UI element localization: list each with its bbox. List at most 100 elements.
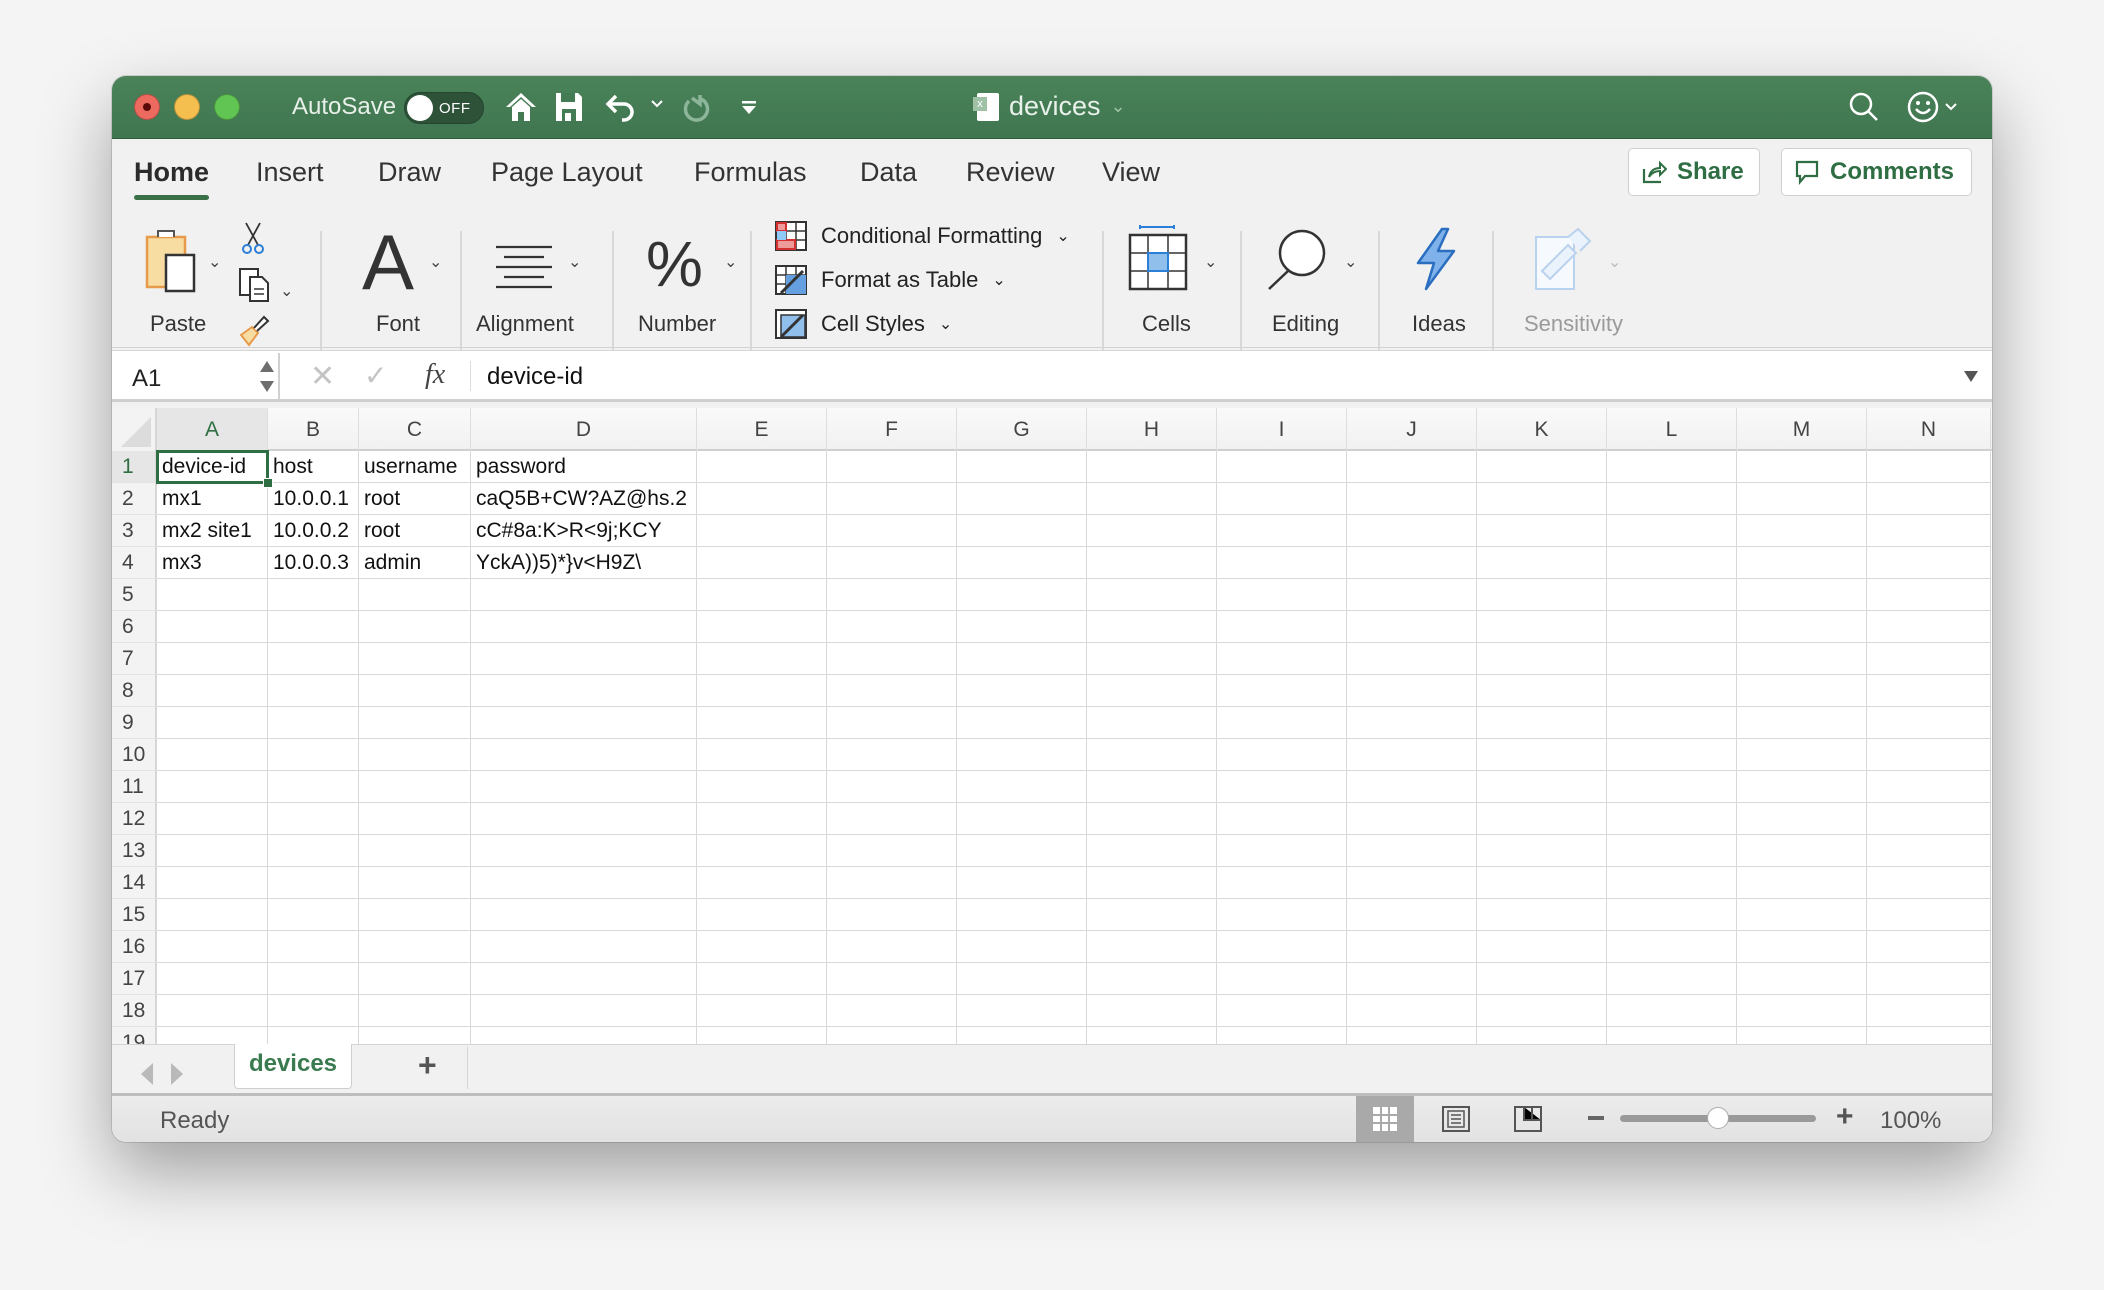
add-sheet-button[interactable]: + [418, 1047, 437, 1084]
cell-n12[interactable] [1867, 803, 1991, 835]
cell-n5[interactable] [1867, 579, 1991, 611]
cell-c10[interactable] [359, 739, 471, 771]
name-box-down-arrow-icon[interactable] [260, 381, 274, 392]
cell-f18[interactable] [827, 995, 957, 1027]
cell-n14[interactable] [1867, 867, 1991, 899]
cell-f5[interactable] [827, 579, 957, 611]
cell-i7[interactable] [1217, 643, 1347, 675]
cell-a8[interactable] [157, 675, 268, 707]
cell-m17[interactable] [1737, 963, 1867, 995]
cell-l11[interactable] [1607, 771, 1737, 803]
cell-m3[interactable] [1737, 515, 1867, 547]
cell-g1[interactable] [957, 451, 1087, 483]
cell-g12[interactable] [957, 803, 1087, 835]
spreadsheet-grid[interactable]: ABCDEFGHIJKLMN 1 device-id host username pas… [112, 408, 1992, 1044]
format-as-table-button[interactable]: Format as Table ⌄ [775, 265, 1006, 295]
cell-d8[interactable] [471, 675, 697, 707]
cell-h10[interactable] [1087, 739, 1217, 771]
row-header-13[interactable]: 13 [112, 835, 157, 867]
copy-dropdown-icon[interactable]: ⌄ [280, 281, 293, 301]
cell-e13[interactable] [697, 835, 827, 867]
save-icon[interactable] [554, 90, 584, 124]
cell-d3[interactable]: cC#8a:K>R<9j;KCY [471, 515, 697, 547]
cell-b9[interactable] [268, 707, 359, 739]
column-header-m[interactable]: M [1737, 408, 1867, 451]
cell-e16[interactable] [697, 931, 827, 963]
cell-h14[interactable] [1087, 867, 1217, 899]
cell-g16[interactable] [957, 931, 1087, 963]
cell-k17[interactable] [1477, 963, 1607, 995]
cell-e1[interactable] [697, 451, 827, 483]
cell-d10[interactable] [471, 739, 697, 771]
cell-h16[interactable] [1087, 931, 1217, 963]
cell-a5[interactable] [157, 579, 268, 611]
next-sheet-icon[interactable] [171, 1063, 183, 1085]
cell-h4[interactable] [1087, 547, 1217, 579]
sheet-tab-devices[interactable]: devices [234, 1044, 352, 1089]
cell-c11[interactable] [359, 771, 471, 803]
cell-j14[interactable] [1347, 867, 1477, 899]
cell-k14[interactable] [1477, 867, 1607, 899]
cell-j13[interactable] [1347, 835, 1477, 867]
cell-b1[interactable]: host [268, 451, 359, 483]
cell-h18[interactable] [1087, 995, 1217, 1027]
cell-i5[interactable] [1217, 579, 1347, 611]
cell-d14[interactable] [471, 867, 697, 899]
cell-i6[interactable] [1217, 611, 1347, 643]
cell-k10[interactable] [1477, 739, 1607, 771]
tab-draw[interactable]: Draw [378, 157, 441, 188]
cell-e18[interactable] [697, 995, 827, 1027]
cell-e19[interactable] [697, 1027, 827, 1044]
cell-g9[interactable] [957, 707, 1087, 739]
share-button[interactable]: Share [1628, 148, 1760, 196]
cell-a19[interactable] [157, 1027, 268, 1044]
cell-a1[interactable]: device-id [157, 451, 268, 483]
row-header-4[interactable]: 4 [112, 547, 157, 579]
tab-insert[interactable]: Insert [256, 157, 324, 188]
cell-i15[interactable] [1217, 899, 1347, 931]
row-header-9[interactable]: 9 [112, 707, 157, 739]
cell-l1[interactable] [1607, 451, 1737, 483]
autosave-toggle[interactable]: OFF [404, 92, 484, 124]
cell-n15[interactable] [1867, 899, 1991, 931]
cell-l4[interactable] [1607, 547, 1737, 579]
column-header-j[interactable]: J [1347, 408, 1477, 451]
cell-h1[interactable] [1087, 451, 1217, 483]
cell-g18[interactable] [957, 995, 1087, 1027]
cell-h15[interactable] [1087, 899, 1217, 931]
cell-d5[interactable] [471, 579, 697, 611]
cell-c16[interactable] [359, 931, 471, 963]
editing-group[interactable]: ⌄ Editing [1244, 205, 1376, 348]
cell-h17[interactable] [1087, 963, 1217, 995]
cell-b2[interactable]: 10.0.0.1 [268, 483, 359, 515]
cell-c14[interactable] [359, 867, 471, 899]
cell-j17[interactable] [1347, 963, 1477, 995]
cell-g19[interactable] [957, 1027, 1087, 1044]
cell-f1[interactable] [827, 451, 957, 483]
cell-i3[interactable] [1217, 515, 1347, 547]
cell-l17[interactable] [1607, 963, 1737, 995]
cell-m11[interactable] [1737, 771, 1867, 803]
format-painter-icon[interactable] [238, 313, 272, 352]
cell-b4[interactable]: 10.0.0.3 [268, 547, 359, 579]
cell-n11[interactable] [1867, 771, 1991, 803]
cell-a11[interactable] [157, 771, 268, 803]
cell-b5[interactable] [268, 579, 359, 611]
cell-k4[interactable] [1477, 547, 1607, 579]
cell-c3[interactable]: root [359, 515, 471, 547]
row-header-12[interactable]: 12 [112, 803, 157, 835]
cell-m6[interactable] [1737, 611, 1867, 643]
cell-a2[interactable]: mx1 [157, 483, 268, 515]
cell-c4[interactable]: admin [359, 547, 471, 579]
cell-e7[interactable] [697, 643, 827, 675]
row-header-16[interactable]: 16 [112, 931, 157, 963]
cell-k16[interactable] [1477, 931, 1607, 963]
cell-d7[interactable] [471, 643, 697, 675]
cell-g7[interactable] [957, 643, 1087, 675]
cell-f14[interactable] [827, 867, 957, 899]
zoom-slider[interactable] [1620, 1107, 1816, 1129]
row-header-6[interactable]: 6 [112, 611, 157, 643]
cell-b12[interactable] [268, 803, 359, 835]
cell-a15[interactable] [157, 899, 268, 931]
cell-j11[interactable] [1347, 771, 1477, 803]
